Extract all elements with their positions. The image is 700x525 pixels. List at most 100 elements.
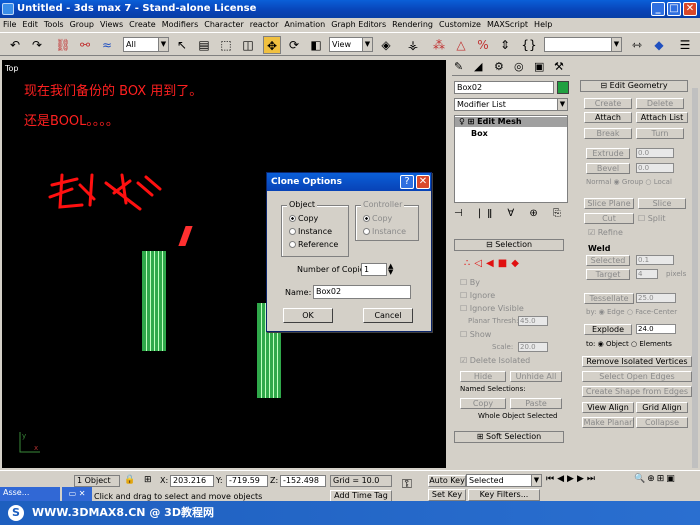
stack-item-box[interactable]: Box: [471, 129, 488, 138]
absolute-mode-icon[interactable]: ⊞: [144, 475, 152, 485]
modifier-list-dropdown[interactable]: Modifier List ▼: [454, 98, 568, 111]
layer-manager-icon[interactable]: ☰: [676, 36, 694, 54]
copies-spinner-arrows[interactable]: ▲ ▼: [388, 263, 393, 276]
percent-snap-icon[interactable]: %: [474, 36, 492, 54]
spinner-snap-icon[interactable]: ⇕: [496, 36, 514, 54]
extrude-spinner[interactable]: 0.0: [636, 148, 674, 158]
menu-edit[interactable]: Edit: [19, 18, 41, 32]
tension-spinner[interactable]: 25.0: [636, 293, 676, 303]
scale-spinner[interactable]: 20.0: [518, 342, 548, 352]
key-filters-button[interactable]: Key Filters...: [468, 489, 540, 501]
menu-maxscript[interactable]: MAXScript: [484, 18, 531, 32]
playback-controls[interactable]: ⏮◀▶▶⏭: [546, 474, 598, 484]
key-selection-dropdown[interactable]: Selected ▼: [466, 474, 542, 487]
attach-list-button[interactable]: Attach List: [636, 112, 688, 123]
menu-create[interactable]: Create: [126, 18, 159, 32]
z-coordinate-field[interactable]: -152.498: [280, 475, 326, 487]
explode-to-radio[interactable]: to: ◉ Object ○ Elements: [586, 340, 672, 348]
view-align-button[interactable]: View Align: [582, 402, 634, 413]
menu-help[interactable]: Help: [531, 18, 555, 32]
named-selection-sets-dropdown[interactable]: ▼: [544, 37, 622, 52]
by-vertex-checkbox[interactable]: ☐ By: [460, 278, 480, 287]
mirror-icon[interactable]: ⚶: [404, 36, 422, 54]
undo-icon[interactable]: ↶: [6, 36, 24, 54]
x-coordinate-field[interactable]: 203.216: [170, 475, 214, 487]
modify-tab-icon[interactable]: ◢: [474, 60, 482, 73]
refine-checkbox[interactable]: ☑ Refine: [588, 228, 623, 237]
menu-animation[interactable]: Animation: [281, 18, 328, 32]
menu-group[interactable]: Group: [67, 18, 97, 32]
selection-rollout-header[interactable]: ⊟ Selection: [454, 239, 564, 251]
help-button[interactable]: ?: [400, 175, 414, 189]
unlink-icon[interactable]: ⚯: [76, 36, 94, 54]
cut-button[interactable]: Cut: [584, 213, 634, 224]
key-icon[interactable]: ⚿: [402, 477, 412, 492]
select-and-move-icon[interactable]: ✥: [263, 36, 281, 54]
menu-rendering[interactable]: Rendering: [389, 18, 436, 32]
controller-copy-radio[interactable]: Copy: [363, 214, 392, 224]
tessellate-button[interactable]: Tessellate: [584, 293, 634, 304]
create-tab-icon[interactable]: ✎: [454, 60, 463, 73]
menu-character[interactable]: Character: [201, 18, 247, 32]
display-tab-icon[interactable]: ▣: [534, 60, 544, 73]
selection-filter-dropdown[interactable]: All ▼: [123, 37, 169, 52]
auto-key-button[interactable]: Auto Key: [428, 475, 466, 487]
named-selection-icon[interactable]: {}: [520, 36, 538, 54]
select-object-icon[interactable]: ↖: [173, 36, 191, 54]
utilities-tab-icon[interactable]: ⚒: [554, 60, 564, 73]
dialog-close-button[interactable]: ✕: [416, 175, 430, 189]
delete-button[interactable]: Delete: [636, 98, 684, 109]
slice-plane-button[interactable]: Slice Plane: [584, 198, 634, 209]
menu-reactor[interactable]: reactor: [247, 18, 282, 32]
cancel-button[interactable]: Cancel: [363, 308, 413, 323]
reference-coordinate-dropdown[interactable]: View ▼: [329, 37, 373, 52]
copies-spinner[interactable]: 1: [361, 263, 387, 276]
paste-button[interactable]: Paste: [510, 398, 562, 409]
tessellate-by-radio[interactable]: by: ◉ Edge ○ Face-Center: [586, 308, 677, 316]
lock-selection-icon[interactable]: 🔒: [124, 475, 135, 485]
y-coordinate-field[interactable]: -719.59: [226, 475, 268, 487]
edit-geometry-header[interactable]: ⊟ Edit Geometry: [580, 80, 688, 92]
attach-button[interactable]: Attach: [584, 112, 632, 123]
select-open-edges-button[interactable]: Select Open Edges: [582, 371, 692, 382]
minimize-button[interactable]: _: [651, 2, 665, 16]
link-icon[interactable]: ⛓: [54, 36, 72, 54]
taskbar-item-label[interactable]: Asse...: [3, 488, 29, 497]
slice-button[interactable]: Slice: [638, 198, 686, 209]
menu-tools[interactable]: Tools: [41, 18, 67, 32]
weld-target-button[interactable]: Target: [586, 269, 630, 280]
panel-scrollbar[interactable]: [692, 88, 698, 468]
maximize-button[interactable]: □: [667, 2, 681, 16]
split-checkbox[interactable]: ☐ Split: [638, 214, 665, 223]
create-shape-from-edges-button[interactable]: Create Shape from Edges: [582, 386, 692, 397]
break-button[interactable]: Break: [584, 128, 632, 139]
bind-space-warp-icon[interactable]: ≈: [98, 36, 116, 54]
weld-threshold-spinner[interactable]: 0.1: [636, 255, 674, 265]
stack-item-edit-mesh[interactable]: ♀ ⊞ Edit Mesh: [455, 117, 567, 127]
remove-isolated-vertices-button[interactable]: Remove Isolated Vertices: [582, 356, 692, 367]
close-button[interactable]: ✕: [683, 2, 697, 16]
set-key-button[interactable]: Set Key: [428, 489, 466, 501]
normal-radio-group[interactable]: Normal ◉ Group ○ Local: [586, 178, 672, 186]
snap-toggle-icon[interactable]: ⁂: [430, 36, 448, 54]
taskbar-window-buttons[interactable]: ▭ ✕: [62, 487, 92, 501]
select-and-rotate-icon[interactable]: ⟳: [285, 36, 303, 54]
bevel-button[interactable]: Bevel: [586, 163, 630, 174]
menu-modifiers[interactable]: Modifiers: [159, 18, 202, 32]
name-field[interactable]: Box02: [313, 285, 411, 299]
motion-tab-icon[interactable]: ◎: [514, 60, 524, 73]
weld-selected-button[interactable]: Selected: [586, 255, 630, 266]
ignore-backfacing-checkbox[interactable]: ☐ Ignore: [460, 291, 495, 300]
planar-thresh-spinner[interactable]: 45.0: [518, 316, 548, 326]
show-normals-checkbox[interactable]: ☐ Show: [460, 330, 491, 339]
menu-graph-editors[interactable]: Graph Editors: [328, 18, 389, 32]
collapse-button[interactable]: Collapse: [636, 417, 688, 428]
align-icon[interactable]: ◆: [650, 36, 668, 54]
pivot-center-icon[interactable]: ◈: [377, 36, 395, 54]
make-planar-button[interactable]: Make Planar: [582, 417, 634, 428]
copy-button[interactable]: Copy: [460, 398, 506, 409]
mirror-tool-icon[interactable]: ⇿: [628, 36, 646, 54]
weld-pixels-spinner[interactable]: 4: [636, 269, 658, 279]
taskbar-item[interactable]: Asse...: [0, 487, 60, 501]
redo-icon[interactable]: ↷: [28, 36, 46, 54]
